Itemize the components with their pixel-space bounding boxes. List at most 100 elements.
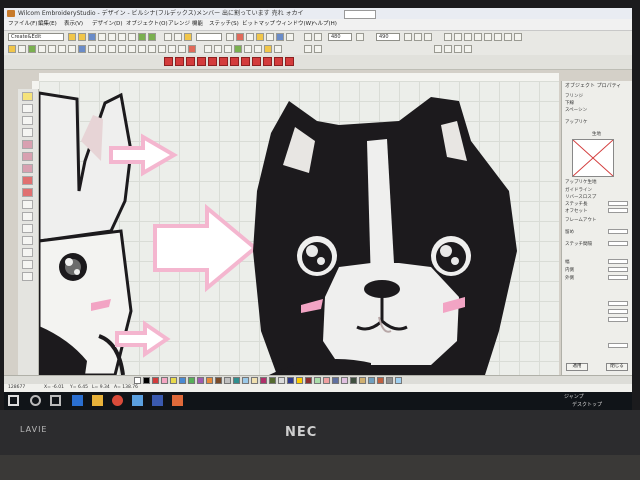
view-artwork-icon[interactable] (214, 45, 222, 53)
outside-field[interactable] (608, 275, 628, 280)
rotate-icon[interactable] (314, 33, 322, 41)
program-split-button[interactable] (263, 57, 272, 66)
knife-tool-icon[interactable] (22, 248, 33, 257)
menu-stitch[interactable]: ステッチ(S) (209, 19, 239, 30)
edge-browser-icon[interactable] (72, 395, 83, 406)
tatami-stitch-button[interactable] (175, 57, 184, 66)
polyline-tool-icon[interactable] (22, 104, 33, 113)
menu-edit[interactable]: 編集(E) (38, 19, 57, 30)
task-view-icon[interactable] (50, 395, 61, 406)
save-icon[interactable] (88, 33, 96, 41)
circle-tool-icon[interactable] (22, 176, 33, 185)
measure-icon[interactable] (184, 33, 192, 41)
close-button[interactable]: 閉じる (606, 363, 628, 371)
rectangle-tool-icon[interactable] (22, 188, 33, 197)
size-combo-2[interactable]: 490 (376, 33, 400, 41)
color-swatch[interactable] (170, 377, 177, 384)
digitize-icon[interactable] (8, 45, 16, 53)
menu-window[interactable]: ウィンドウ(W) (276, 19, 313, 30)
width-field-2[interactable] (608, 301, 628, 306)
color-swatch[interactable] (305, 377, 312, 384)
inside-field[interactable] (608, 267, 628, 272)
color-swatch[interactable] (206, 377, 213, 384)
color-swatch[interactable] (260, 377, 267, 384)
stitch-length-field[interactable] (608, 201, 628, 206)
outline-tool-icon[interactable] (22, 164, 33, 173)
color-swatch[interactable] (269, 377, 276, 384)
view-design-icon[interactable] (204, 45, 212, 53)
store-icon[interactable] (132, 395, 143, 406)
show-stitches-icon[interactable] (226, 33, 234, 41)
offset-field[interactable] (608, 208, 628, 213)
zoom-combo[interactable] (196, 33, 222, 41)
settings-icon[interactable] (514, 33, 522, 41)
color-swatch[interactable] (332, 377, 339, 384)
tab-spacing[interactable]: スペーシン (565, 107, 587, 113)
view-sequence-icon[interactable] (274, 45, 282, 53)
group-icon[interactable] (48, 45, 56, 53)
copy-icon[interactable] (118, 33, 126, 41)
select-icon[interactable] (286, 33, 294, 41)
spacing-field[interactable] (608, 241, 628, 246)
photo-flash-icon[interactable] (464, 45, 472, 53)
menu-file[interactable]: ファイル(F) (8, 19, 37, 30)
menu-help[interactable]: ヘルプ(H) (312, 19, 337, 30)
color-swatch[interactable] (341, 377, 348, 384)
backstitch-button[interactable] (219, 57, 228, 66)
color-swatch[interactable] (395, 377, 402, 384)
menu-design[interactable]: デザイン(D) (92, 19, 123, 30)
color-swatch[interactable] (152, 377, 159, 384)
text-tool-icon[interactable] (22, 212, 33, 221)
explorer-icon[interactable] (92, 395, 103, 406)
menu-object[interactable]: オブジェクト(O) (126, 19, 168, 30)
color-swatch[interactable] (242, 377, 249, 384)
artwork-icon[interactable] (266, 33, 274, 41)
eraser-tool-icon[interactable] (22, 260, 33, 269)
print-icon[interactable] (98, 33, 106, 41)
menu-arrange[interactable]: アレンジ (168, 19, 190, 30)
color-swatch[interactable] (161, 377, 168, 384)
order-icon[interactable] (78, 45, 86, 53)
stitch-angle-icon[interactable] (314, 45, 322, 53)
windows-start-icon[interactable] (8, 395, 19, 406)
new-icon[interactable] (68, 33, 76, 41)
brush-tool-icon[interactable] (22, 140, 33, 149)
applique-icon[interactable] (504, 33, 512, 41)
color-swatch[interactable] (287, 377, 294, 384)
menu-bitmap[interactable]: ビットマップ (242, 19, 275, 30)
sequence-icon[interactable] (158, 45, 166, 53)
zoom-icon[interactable] (174, 33, 182, 41)
knife-icon[interactable] (28, 45, 36, 53)
size-combo[interactable]: 480 (328, 33, 352, 41)
auto-digitize-icon[interactable] (454, 45, 462, 53)
star-tool-icon[interactable] (22, 200, 33, 209)
width-field[interactable] (608, 259, 628, 264)
view-overview-icon[interactable] (254, 45, 262, 53)
view-colors-icon[interactable] (264, 45, 272, 53)
embroidery-app-icon[interactable] (172, 395, 183, 406)
cross-stitch-button[interactable] (241, 57, 250, 66)
monogram-tool-icon[interactable] (22, 224, 33, 233)
weld-icon[interactable] (138, 45, 146, 53)
design-canvas[interactable] (39, 81, 559, 375)
triple-run-button[interactable] (197, 57, 206, 66)
color-swatch[interactable] (143, 377, 150, 384)
color-swatch[interactable] (368, 377, 375, 384)
menu-view[interactable]: 表示(V) (64, 19, 83, 30)
lock-icon[interactable] (404, 33, 412, 41)
color-swatch[interactable] (359, 377, 366, 384)
tack-field[interactable] (608, 229, 628, 234)
color-swatch[interactable] (215, 377, 222, 384)
contour-button[interactable] (274, 57, 283, 66)
center-icon[interactable] (178, 45, 186, 53)
copy-object-icon[interactable] (38, 45, 46, 53)
offset-button[interactable] (285, 57, 294, 66)
view-3d-icon[interactable] (224, 45, 232, 53)
outside-field-2[interactable] (608, 317, 628, 322)
fx-icon[interactable] (414, 33, 422, 41)
color-swatch[interactable] (323, 377, 330, 384)
pen-tool-icon[interactable] (22, 116, 33, 125)
monogram-icon[interactable] (484, 33, 492, 41)
search-icon[interactable] (30, 395, 41, 406)
tab-underlay[interactable]: 下線 (565, 100, 574, 106)
